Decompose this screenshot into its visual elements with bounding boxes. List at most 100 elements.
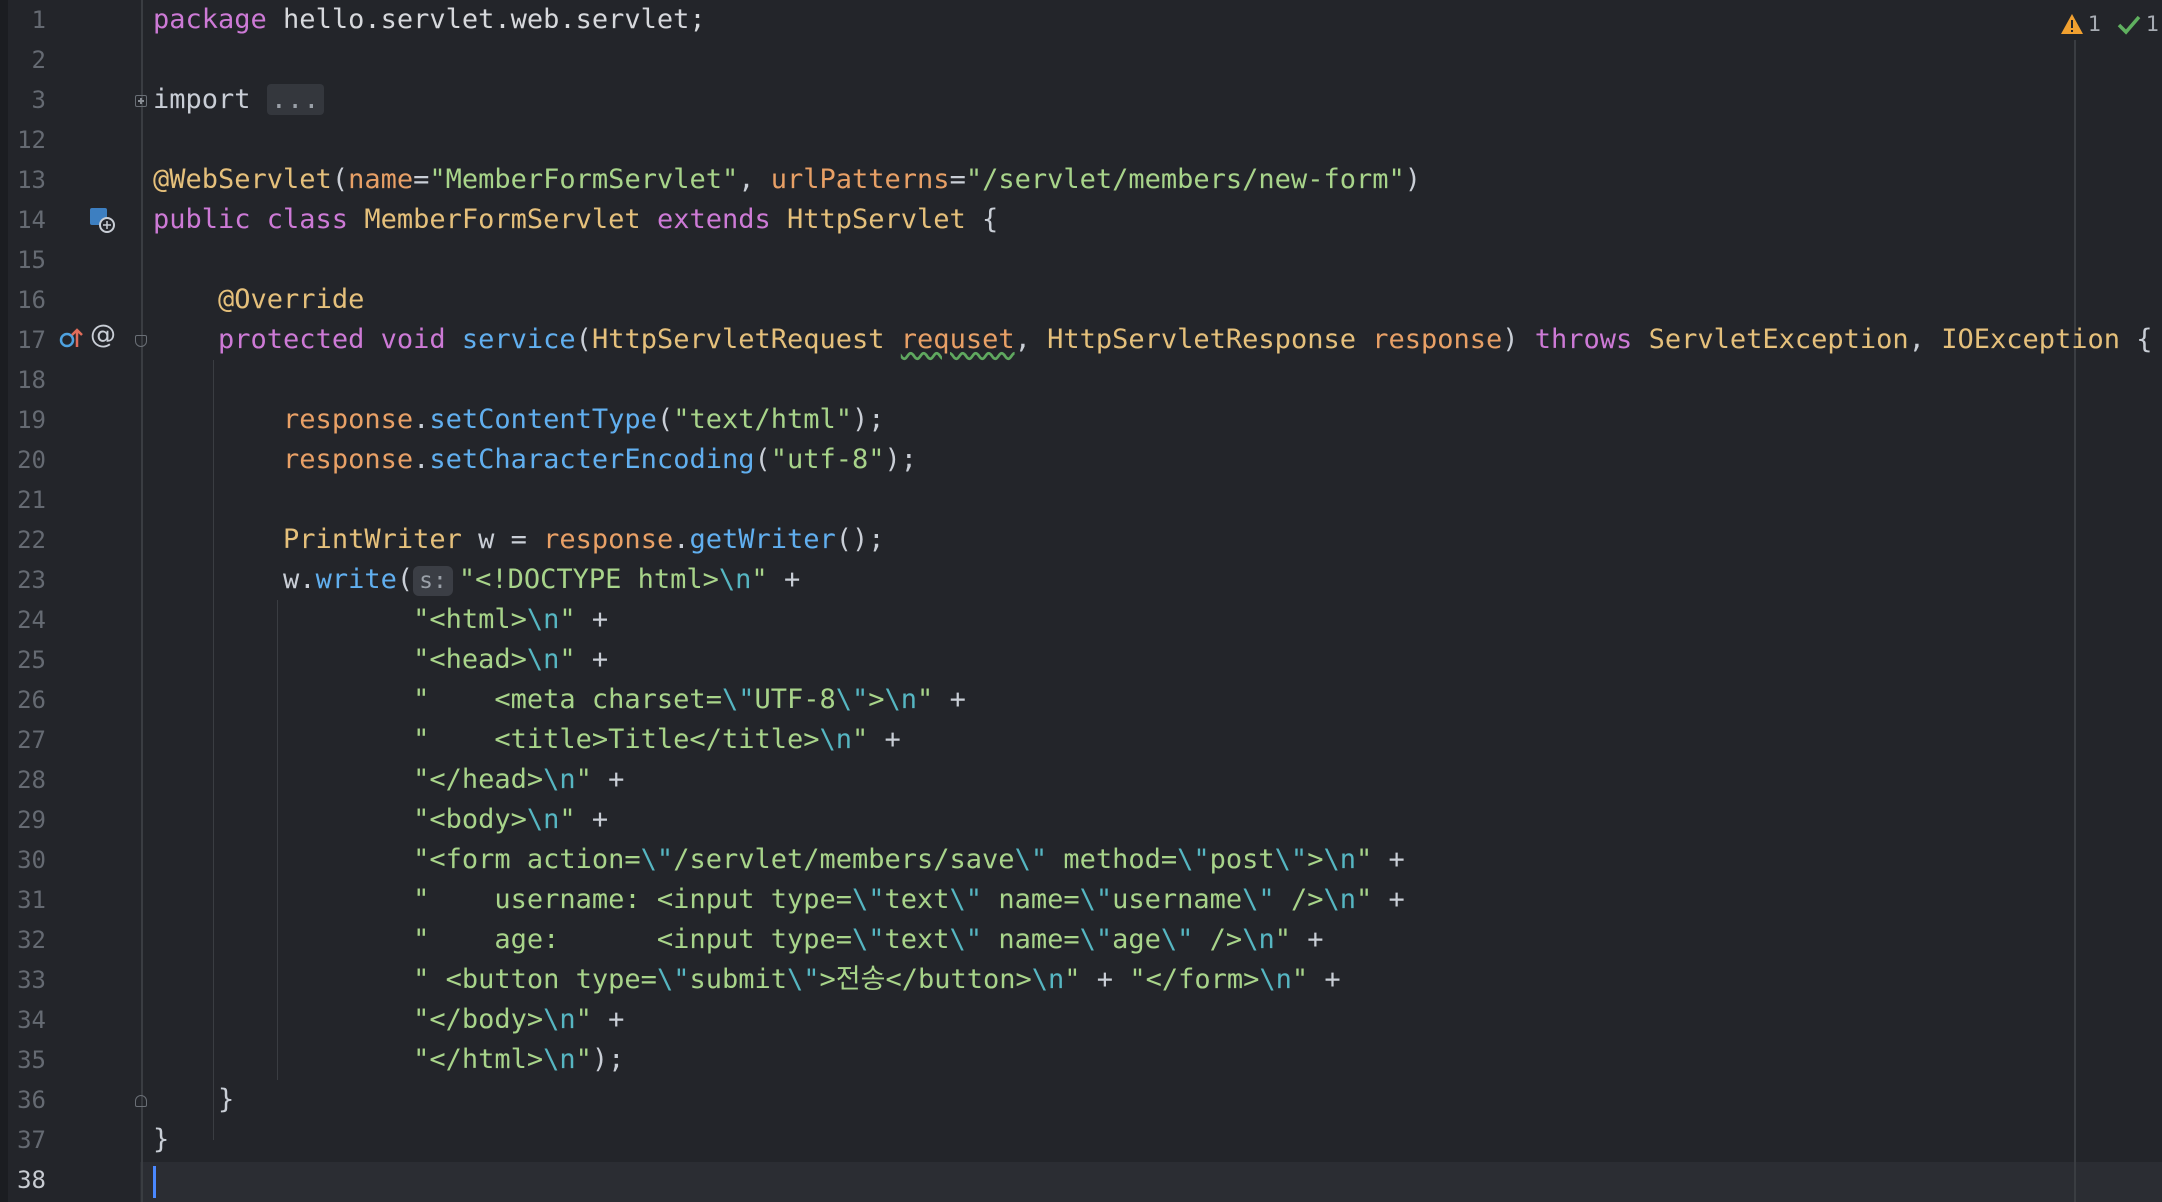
line-number[interactable]: 13 [8, 160, 46, 200]
line-number[interactable]: 30 [8, 840, 46, 880]
code-token: name= [982, 924, 1080, 955]
code-token: ); [852, 404, 885, 435]
fold-collapse-icon[interactable] [135, 335, 147, 347]
line-number[interactable]: 27 [8, 720, 46, 760]
code-line[interactable]: package hello.servlet.web.servlet; [153, 0, 706, 40]
line-number[interactable]: 34 [8, 1000, 46, 1040]
line-number[interactable]: 38 [8, 1160, 46, 1200]
line-number[interactable]: 17 [8, 320, 46, 360]
code-token: username [1112, 884, 1243, 915]
line-number[interactable]: 2 [8, 40, 46, 80]
line-number[interactable]: 19 [8, 400, 46, 440]
line-number[interactable]: 23 [8, 560, 46, 600]
line-number[interactable]: 22 [8, 520, 46, 560]
code-token: \" [1160, 924, 1194, 955]
code-line[interactable]: " <meta charset=\"UTF-8\">\n" + [153, 680, 966, 720]
code-line[interactable]: " <button type=\"submit\">전송</button>\n"… [153, 960, 1341, 1000]
line-number[interactable]: 15 [8, 240, 46, 280]
code-line[interactable]: "<html>\n" + [153, 600, 608, 640]
code-token: setCharacterEncoding [429, 444, 755, 475]
code-line[interactable]: "<body>\n" + [153, 800, 608, 840]
code-token: hello.servlet.web.servlet; [266, 4, 706, 35]
code-token: ); [591, 1044, 625, 1075]
line-number[interactable]: 35 [8, 1040, 46, 1080]
line-number[interactable]: 32 [8, 920, 46, 960]
line-number[interactable]: 18 [8, 360, 46, 400]
line-number[interactable]: 36 [8, 1080, 46, 1120]
code-token: " [559, 804, 576, 835]
ok-count: 1 [2146, 12, 2160, 36]
code-line[interactable]: " username: <input type=\"text\" name=\"… [153, 880, 1405, 920]
code-token: \n [1259, 964, 1292, 995]
code-token: "</body> [413, 1004, 544, 1035]
code-token: + [1290, 924, 1324, 955]
code-line[interactable]: public class MemberFormServlet extends H… [153, 200, 998, 240]
line-number[interactable]: 20 [8, 440, 46, 480]
code-token: method= [1047, 844, 1178, 875]
code-token: } [153, 1084, 235, 1115]
code-token: . [413, 404, 430, 435]
line-number[interactable]: 25 [8, 640, 46, 680]
code-line[interactable]: "</body>\n" + [153, 1000, 624, 1040]
override-up-arrow-icon[interactable] [58, 325, 84, 353]
code-token: HttpServletRequest [591, 324, 901, 355]
servlet-class-icon[interactable] [88, 206, 116, 234]
code-token: \" [656, 964, 690, 995]
code-token: package [153, 4, 267, 35]
at-annotation-icon[interactable]: @ [90, 320, 116, 350]
line-number[interactable]: 28 [8, 760, 46, 800]
code-line[interactable]: @WebServlet(name="MemberFormServlet", ur… [153, 160, 1421, 200]
line-number[interactable]: 31 [8, 880, 46, 920]
line-number[interactable]: 16 [8, 280, 46, 320]
code-line[interactable]: " <title>Title</title>\n" + [153, 720, 901, 760]
code-token: + [868, 724, 901, 755]
line-number[interactable]: 14 [8, 200, 46, 240]
code-token: " [1355, 884, 1373, 915]
code-token: " [575, 1004, 592, 1035]
code-token: text [884, 884, 950, 915]
fold-expand-icon[interactable] [135, 95, 147, 107]
line-number[interactable]: 37 [8, 1120, 46, 1160]
code-line[interactable]: "</html>\n"); [153, 1040, 624, 1080]
code-token: + [575, 604, 609, 635]
code-editor[interactable]: @ 1 1 package hello.servlet.web.servlet;… [0, 0, 2162, 1202]
line-number[interactable]: 29 [8, 800, 46, 840]
right-margin-guide [2074, 40, 2076, 1202]
code-line[interactable]: PrintWriter w = response.getWriter(); [153, 520, 885, 560]
code-line[interactable]: response.setContentType("text/html"); [153, 400, 885, 440]
code-token: \" [721, 684, 755, 715]
code-token: age [1112, 924, 1161, 955]
code-line[interactable]: response.setCharacterEncoding("utf-8"); [153, 440, 917, 480]
code-token: \" [835, 684, 869, 715]
code-line[interactable]: "</head>\n" + [153, 760, 624, 800]
code-token: = [413, 164, 430, 195]
line-number[interactable]: 1 [8, 0, 46, 40]
code-token: HttpServletResponse [1047, 324, 1373, 355]
code-token: > [1307, 844, 1324, 875]
code-line[interactable]: @Override [153, 280, 364, 320]
line-number[interactable]: 21 [8, 480, 46, 520]
code-line[interactable]: protected void service(HttpServletReques… [153, 320, 2152, 360]
line-number[interactable]: 12 [8, 120, 46, 160]
line-number[interactable]: 3 [8, 80, 46, 120]
line-number[interactable]: 33 [8, 960, 46, 1000]
line-number[interactable]: 26 [8, 680, 46, 720]
fold-end-icon[interactable] [135, 1095, 147, 1107]
code-token: + [767, 564, 801, 595]
code-token: + [1372, 844, 1405, 875]
code-token: \n [543, 764, 576, 795]
code-token: PrintWriter [283, 524, 479, 555]
code-token: + [1308, 964, 1341, 995]
code-line[interactable]: } [153, 1080, 234, 1120]
code-line[interactable]: "<head>\n" + [153, 640, 608, 680]
code-line[interactable]: w.write(s: "<!DOCTYPE html>\n" + [153, 560, 800, 600]
code-line[interactable]: } [153, 1120, 169, 1160]
code-line[interactable]: " age: <input type=\"text\" name=\"age\"… [153, 920, 1324, 960]
code-line[interactable]: import ... [153, 80, 324, 120]
line-number[interactable]: 24 [8, 600, 46, 640]
code-token: name [348, 164, 414, 195]
code-line[interactable]: "<form action=\"/servlet/members/save\" … [153, 840, 1405, 880]
